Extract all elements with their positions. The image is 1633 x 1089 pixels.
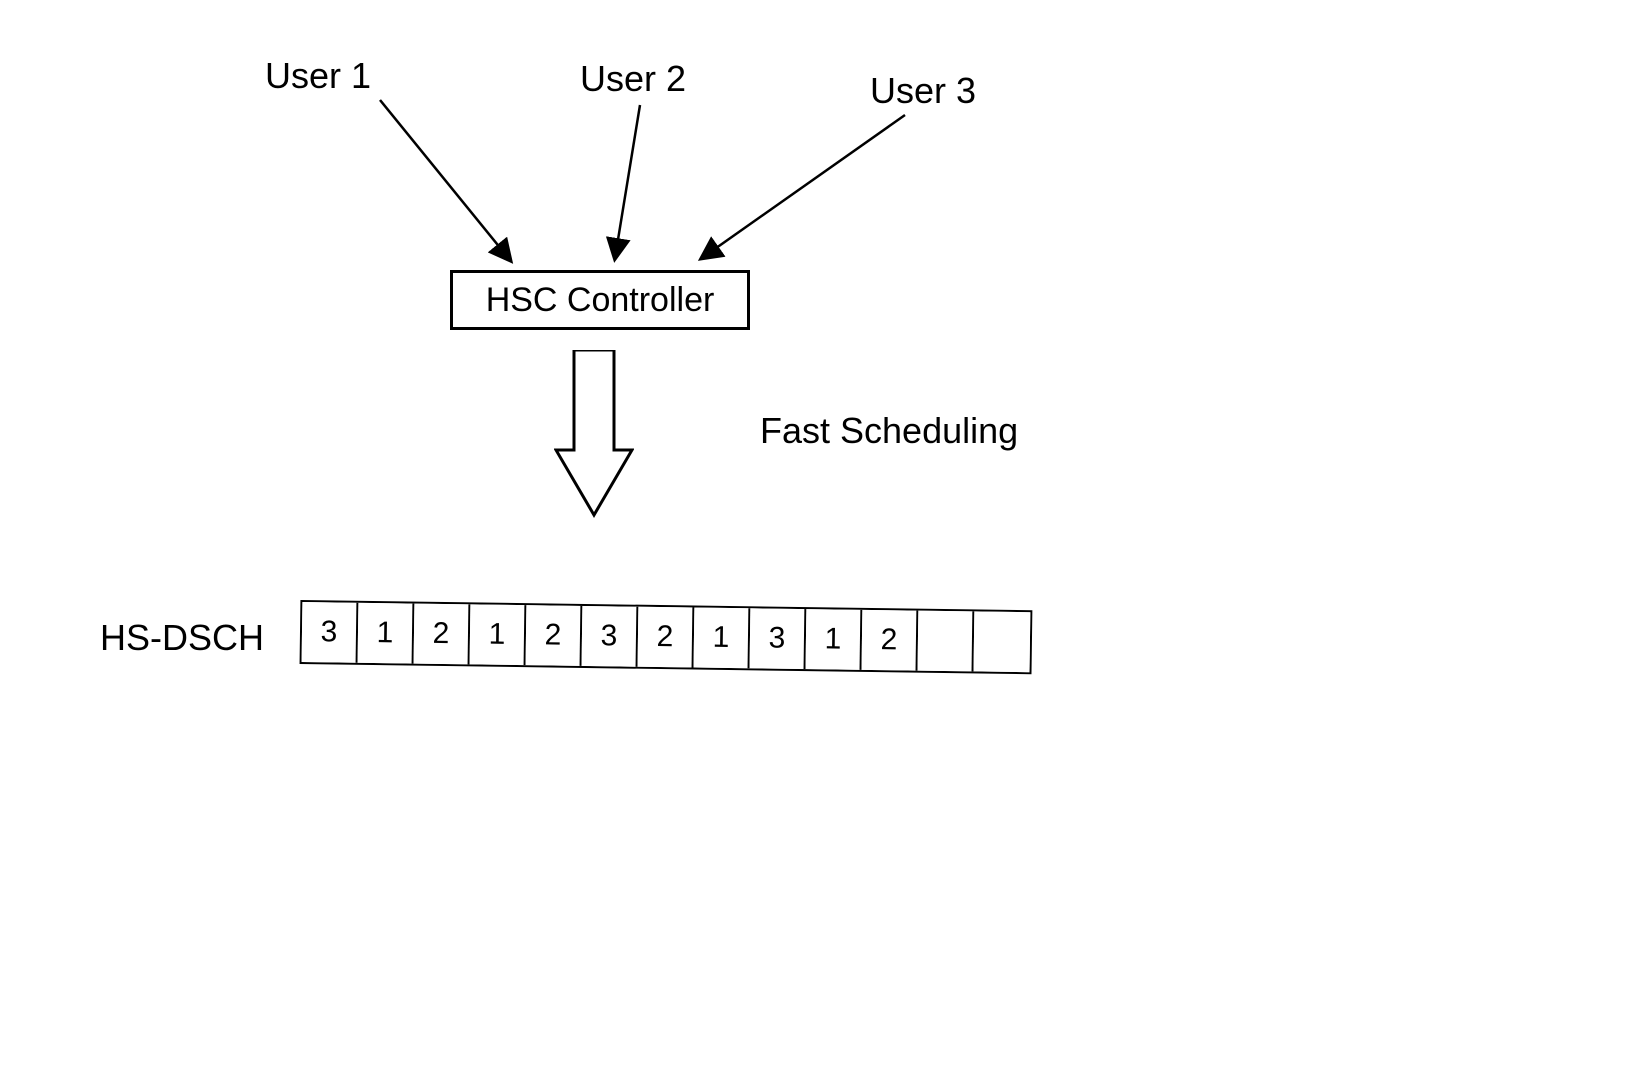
controller-label: HSC Controller [486,281,715,320]
arrow-user1 [0,0,1633,1089]
user-2-label: User 2 [580,58,686,100]
cell: 1 [470,604,527,665]
cell: 2 [526,605,583,666]
hs-dsch-label: HS-DSCH [100,617,264,659]
user-1-label: User 1 [265,55,371,97]
cell: 1 [694,608,751,669]
cell: 3 [750,608,807,669]
cell [974,611,1031,672]
cell: 2 [638,607,695,668]
cell: 3 [302,602,359,663]
block-arrow-down-icon [554,350,634,520]
cell: 3 [582,606,639,667]
cell: 1 [358,603,415,664]
fast-scheduling-label: Fast Scheduling [760,410,1018,452]
cell: 2 [414,604,471,665]
cell [918,611,975,672]
controller-box: HSC Controller [450,270,750,330]
cells-row: 3 1 2 1 2 3 2 1 3 1 2 [300,600,1033,674]
cell: 1 [806,609,863,670]
user-3-label: User 3 [870,70,976,112]
cells-container: 3 1 2 1 2 3 2 1 3 1 2 [300,600,1033,674]
cell: 2 [862,610,919,671]
